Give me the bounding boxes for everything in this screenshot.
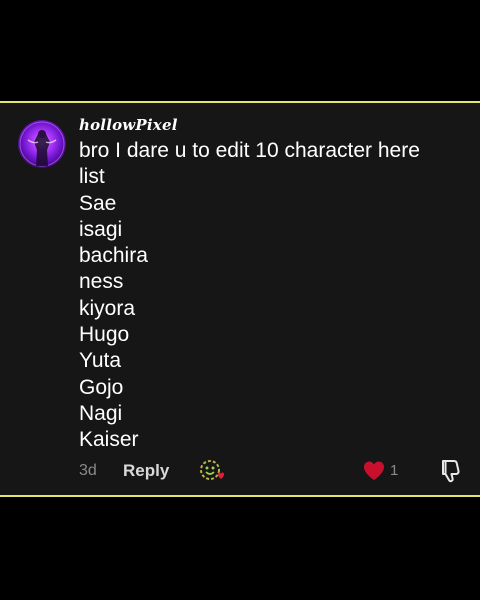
thumbs-down-icon <box>442 460 460 483</box>
comment-line: bro I dare u to edit 10 character here <box>79 139 420 162</box>
comment-line: list <box>79 165 105 189</box>
comment-line: Gojo <box>79 375 124 399</box>
avatar[interactable] <box>18 120 66 168</box>
like-count: 1 <box>390 462 399 479</box>
comment-line: Kaiser <box>79 428 139 452</box>
comment-line: kiyora <box>79 296 136 320</box>
comment-username[interactable]: hollowPixel <box>79 116 178 134</box>
comment-line: Hugo <box>79 323 130 347</box>
comment-card: hollowPixel bro I dare u to edit 10 char… <box>0 101 480 497</box>
like-button[interactable] <box>362 460 386 482</box>
reply-button[interactable]: Reply <box>123 461 169 481</box>
heart-icon <box>364 461 384 480</box>
avatar-image <box>19 121 65 167</box>
dislike-button[interactable] <box>440 458 464 484</box>
comment-line: Yuta <box>79 349 122 373</box>
comment-line: Nagi <box>79 401 123 425</box>
comment-line: ness <box>79 270 124 294</box>
comment-line: Sae <box>79 191 117 215</box>
emoji-reaction-icon <box>200 460 224 480</box>
comment-line: isagi <box>79 217 123 241</box>
comment-timestamp: 3d <box>79 462 97 479</box>
comment-text: bro I dare u to edit 10 character here l… <box>79 138 469 454</box>
comment-line: bachira <box>79 244 148 268</box>
emoji-reaction-button[interactable] <box>198 458 226 484</box>
comment-actions: 3d Reply 1 <box>0 458 480 484</box>
